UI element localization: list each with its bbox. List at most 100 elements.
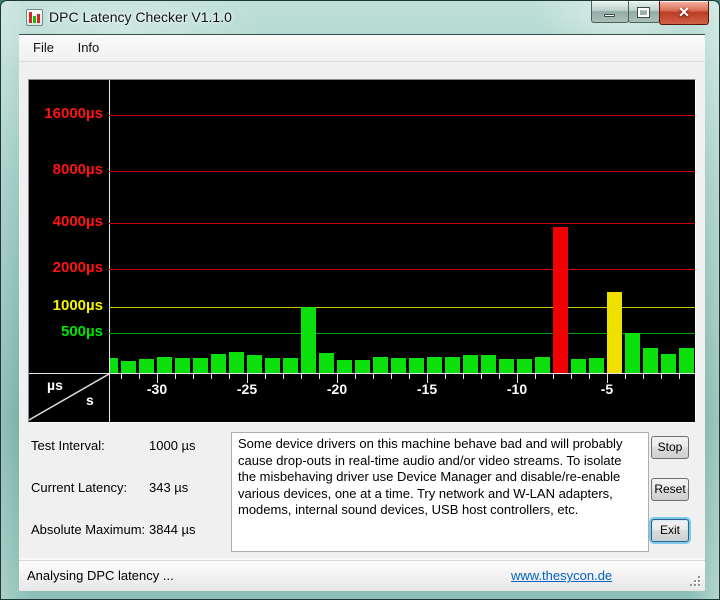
reset-button[interactable]: Reset: [651, 478, 689, 501]
x-axis-tick: [229, 374, 230, 379]
gridline-4000: [109, 223, 695, 224]
latency-bar: [481, 355, 496, 373]
x-axis-tick: [481, 374, 482, 379]
latency-bar: [283, 358, 298, 373]
x-axis-tick: [121, 374, 122, 379]
latency-bar: [193, 358, 208, 373]
latency-bar: [355, 360, 370, 373]
x-axis-tick: [499, 374, 500, 379]
x-axis-tick: [643, 374, 644, 379]
latency-bar: [445, 357, 460, 373]
latency-bar: [427, 357, 442, 373]
menu-info[interactable]: Info: [68, 35, 110, 62]
x-axis-tick: [373, 374, 374, 379]
x-axis-tick: [211, 374, 212, 379]
latency-bar: [517, 359, 532, 373]
latency-bar: [571, 359, 586, 373]
latency-bar: [553, 227, 568, 373]
window-controls: ✕: [592, 1, 709, 26]
y-axis-label-16000: 16000µs: [29, 105, 103, 122]
close-button[interactable]: ✕: [659, 1, 709, 25]
latency-bar: [391, 358, 406, 373]
latency-bar: [301, 307, 316, 373]
latency-bar: [607, 292, 622, 373]
y-axis-unit-label: µs: [47, 377, 63, 393]
window-title: DPC Latency Checker V1.1.0: [49, 9, 232, 25]
diagnosis-textbox[interactable]: Some device drivers on this machine beha…: [231, 432, 649, 552]
y-axis-label-4000: 4000µs: [29, 213, 103, 230]
status-text: Analysing DPC latency ...: [27, 568, 174, 583]
axis-corner-diagonal: [29, 374, 109, 422]
gridline-2000: [109, 269, 695, 270]
maximize-icon: [638, 8, 649, 17]
close-icon: ✕: [660, 4, 708, 21]
x-axis-tick: [319, 374, 320, 379]
title-bar[interactable]: DPC Latency Checker V1.1.0 ✕: [1, 1, 720, 34]
absolute-maximum-value: 3844 µs: [149, 522, 196, 537]
y-axis-label-1000: 1000µs: [29, 297, 103, 314]
x-axis-tick-label: -5: [585, 381, 629, 397]
resize-grip[interactable]: [688, 574, 701, 587]
x-axis-tick: [175, 374, 176, 379]
app-icon: [26, 9, 43, 26]
x-axis-tick: [355, 374, 356, 379]
latency-bar: [247, 355, 262, 373]
latency-bar: [211, 354, 226, 373]
test-interval-value: 1000 µs: [149, 438, 196, 453]
y-axis-label-8000: 8000µs: [29, 161, 103, 178]
latency-bar: [643, 348, 658, 373]
x-axis-tick-label: -20: [315, 381, 359, 397]
latency-chart: µs s 16000µs 8000µs 4000µs 2000µs 1000µs 500µ…: [28, 79, 696, 423]
latency-bar: [175, 358, 190, 373]
y-axis-label-500: 500µs: [29, 323, 103, 340]
x-axis-tick-label: -10: [495, 381, 539, 397]
minimize-button[interactable]: [591, 1, 629, 23]
x-axis-tick: [445, 374, 446, 379]
x-axis-tick: [625, 374, 626, 379]
latency-bar: [157, 357, 172, 373]
x-axis-tick: [283, 374, 284, 379]
gridline-8000: [109, 171, 695, 172]
x-axis-tick: [391, 374, 392, 379]
latency-bar: [229, 352, 244, 373]
x-axis-tick-label: -25: [225, 381, 269, 397]
latency-bar: [265, 358, 280, 373]
latency-bar: [463, 355, 478, 373]
latency-bar: [535, 357, 550, 373]
app-window: DPC Latency Checker V1.1.0 ✕ File Info µ…: [0, 0, 720, 600]
latency-bar: [337, 360, 352, 373]
x-axis-line: [29, 373, 695, 374]
latency-bar: [499, 359, 514, 373]
y-axis-label-2000: 2000µs: [29, 259, 103, 276]
x-axis-tick: [535, 374, 536, 379]
x-axis-tick: [463, 374, 464, 379]
x-axis-tick: [301, 374, 302, 379]
latency-bar: [319, 353, 334, 373]
x-axis-tick: [139, 374, 140, 379]
latency-bar: [409, 358, 424, 373]
x-axis-tick: [553, 374, 554, 379]
latency-bar: [589, 358, 604, 373]
stop-button[interactable]: Stop: [651, 436, 689, 459]
latency-bar: [110, 358, 118, 373]
minimize-icon: [604, 14, 615, 17]
absolute-maximum-label: Absolute Maximum:: [31, 522, 145, 537]
latency-bar: [139, 359, 154, 373]
menu-file[interactable]: File: [23, 35, 64, 62]
latency-bar: [373, 357, 388, 373]
maximize-button[interactable]: [628, 1, 660, 23]
menu-bar: File Info: [19, 35, 705, 62]
x-axis-tick: [571, 374, 572, 379]
x-axis-tick: [193, 374, 194, 379]
latency-bar: [661, 354, 676, 373]
x-axis-tick-label: -30: [135, 381, 179, 397]
x-axis-tick: [661, 374, 662, 379]
website-link[interactable]: www.thesycon.de: [511, 568, 612, 583]
x-axis-unit-label: s: [86, 392, 94, 408]
latency-bar: [121, 361, 136, 373]
exit-button[interactable]: Exit: [651, 519, 689, 542]
gridline-16000: [109, 115, 695, 116]
status-bar: Analysing DPC latency ... www.thesycon.d…: [19, 560, 705, 591]
x-axis-tick-label: -15: [405, 381, 449, 397]
x-axis-tick: [589, 374, 590, 379]
